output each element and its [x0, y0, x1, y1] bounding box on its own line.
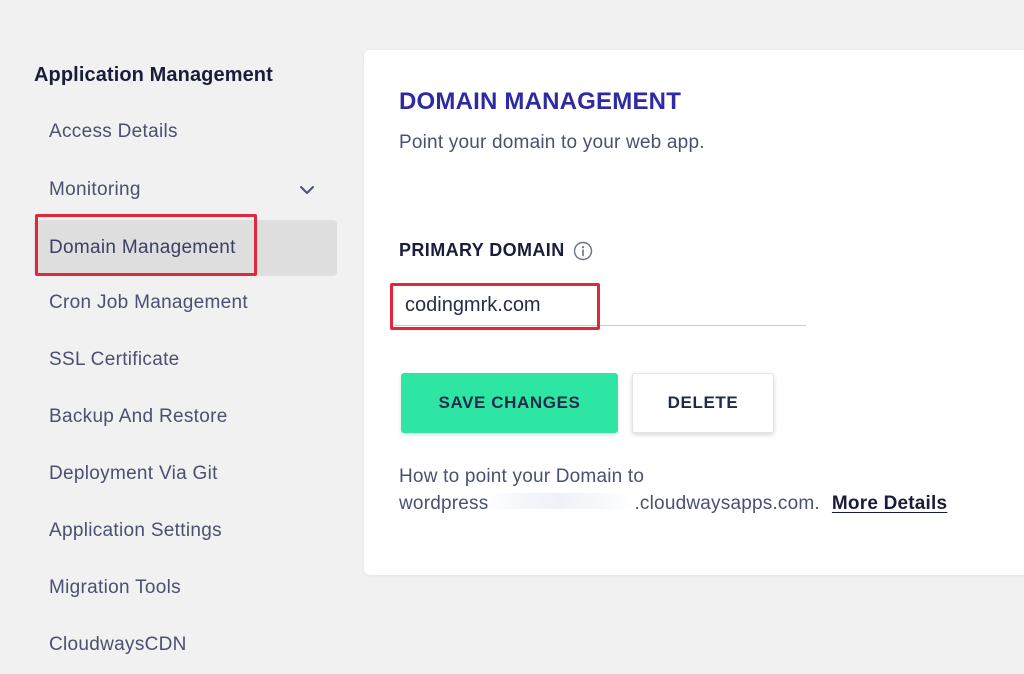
sidebar-item-deployment-via-git[interactable]: Deployment Via Git: [34, 446, 337, 502]
sidebar-item-label: Access Details: [49, 121, 178, 142]
highlight-box-domain-management: [35, 214, 257, 276]
sidebar-item-application-settings[interactable]: Application Settings: [34, 503, 337, 559]
redacted-hostname: [488, 493, 635, 509]
help-text-line1: How to point your Domain to: [399, 466, 645, 487]
sidebar-item-access-details[interactable]: Access Details: [34, 104, 337, 160]
sidebar-item-migration-tools[interactable]: Migration Tools: [34, 560, 337, 616]
more-details-link[interactable]: More Details: [832, 493, 947, 515]
primary-domain-input[interactable]: [394, 286, 806, 326]
sidebar-item-label: Cron Job Management: [49, 292, 248, 313]
primary-domain-label-text: PRIMARY DOMAIN: [399, 240, 565, 260]
sidebar-item-ssl-certificate[interactable]: SSL Certificate: [34, 332, 337, 388]
delete-button[interactable]: DELETE: [632, 373, 774, 433]
sidebar-item-label: SSL Certificate: [49, 349, 180, 370]
sidebar-item-label: Backup And Restore: [49, 406, 228, 427]
help-text-prefix: wordpress: [399, 493, 489, 514]
chevron-down-icon[interactable]: [297, 180, 317, 200]
domain-management-card: DOMAIN MANAGEMENT Point your domain to y…: [364, 50, 1024, 575]
sidebar-item-monitoring[interactable]: Monitoring: [34, 162, 337, 218]
sidebar-item-label: Monitoring: [49, 179, 141, 200]
primary-domain-label: PRIMARY DOMAIN: [399, 240, 593, 261]
sidebar-item-label: CloudwaysCDN: [49, 634, 187, 655]
sidebar-item-label: Migration Tools: [49, 577, 181, 598]
help-text-line2: wordpress .cloudwaysapps.com. More Detai…: [399, 493, 947, 515]
info-icon[interactable]: [573, 241, 593, 261]
sidebar-item-cron-job-management[interactable]: Cron Job Management: [34, 275, 337, 331]
page-subtitle: Point your domain to your web app.: [399, 132, 705, 153]
help-text-suffix: .cloudwaysapps.com.: [634, 493, 820, 514]
save-changes-button[interactable]: SAVE CHANGES: [401, 373, 618, 433]
sidebar-heading: Application Management: [34, 64, 273, 86]
sidebar-item-label: Application Settings: [49, 520, 222, 541]
sidebar: Application Management Access Details Mo…: [0, 0, 345, 674]
sidebar-item-backup-and-restore[interactable]: Backup And Restore: [34, 389, 337, 445]
page-title: DOMAIN MANAGEMENT: [399, 88, 682, 115]
sidebar-item-label: Deployment Via Git: [49, 463, 218, 484]
sidebar-item-cloudwayscdn[interactable]: CloudwaysCDN: [34, 617, 337, 673]
